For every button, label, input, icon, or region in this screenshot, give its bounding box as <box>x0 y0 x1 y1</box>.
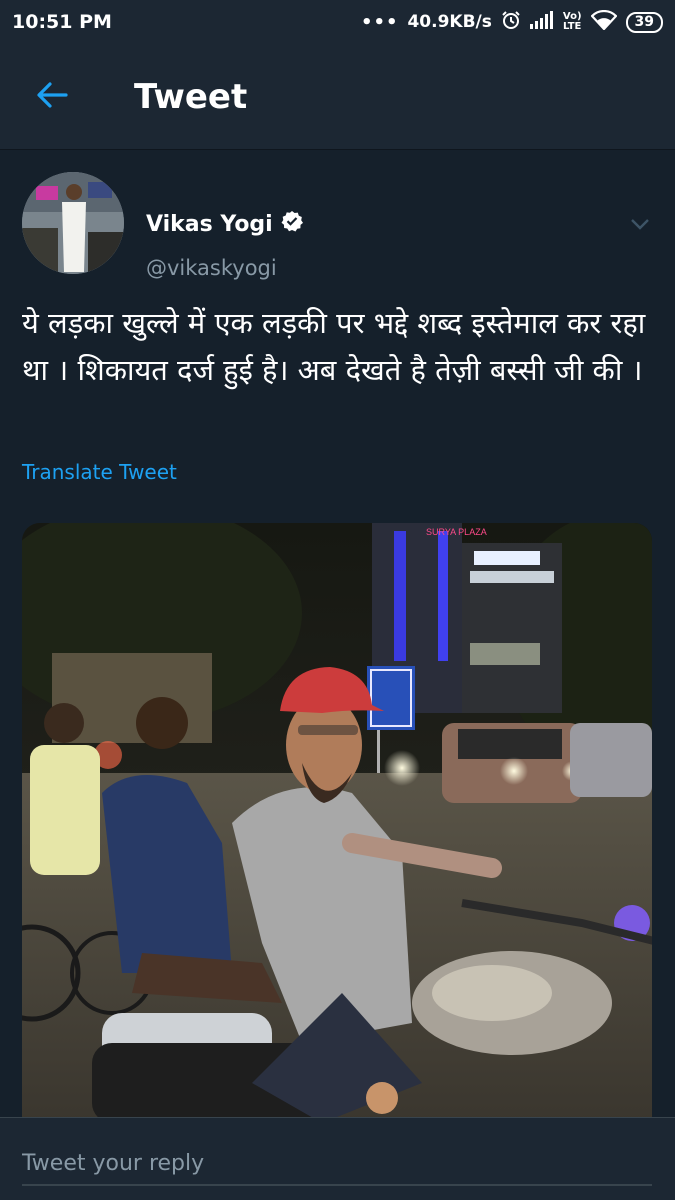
chevron-down-icon[interactable] <box>628 212 652 236</box>
arrow-left-icon <box>36 81 68 113</box>
signal-icon <box>529 10 554 34</box>
battery-icon: 39 <box>625 11 663 33</box>
back-button[interactable] <box>22 67 82 127</box>
status-icons: ••• 40.9KB/s Vo) LTE 39 <box>360 9 663 35</box>
network-speed: 40.9KB/s <box>407 12 492 32</box>
author-name[interactable]: Vikas Yogi <box>146 210 303 238</box>
app-header: Tweet <box>0 44 675 150</box>
hotel-sign-text: SURYA PLAZA <box>426 527 487 537</box>
author-name-text: Vikas Yogi <box>146 211 273 237</box>
alarm-icon <box>501 10 521 35</box>
status-bar: 10:51 PM ••• 40.9KB/s Vo) LTE 39 <box>0 0 675 44</box>
reply-input[interactable] <box>22 1142 652 1186</box>
status-time: 10:51 PM <box>12 11 112 33</box>
tweet-author: Vikas Yogi @vikaskyogi <box>22 172 652 280</box>
volte-bottom-label: LTE <box>563 21 582 32</box>
tweet-text: ये लड़का खुल्ले में एक लड़की पर भद्दे शब… <box>22 306 646 387</box>
tweet-photo[interactable]: SURYA PLAZA <box>22 523 652 1123</box>
verified-badge-icon <box>281 210 303 238</box>
translate-tweet-link[interactable]: Translate Tweet <box>22 460 177 484</box>
avatar[interactable] <box>22 172 124 274</box>
author-handle[interactable]: @vikaskyogi <box>146 256 277 280</box>
wifi-icon <box>589 9 618 35</box>
reply-bar <box>0 1117 675 1200</box>
volte-indicator: Vo) LTE <box>563 12 582 32</box>
page-title: Tweet <box>134 76 248 117</box>
tweet-detail: Vikas Yogi @vikaskyogi ये लड़का खुल्ले म… <box>0 150 675 1123</box>
more-dots-icon: ••• <box>360 11 399 33</box>
